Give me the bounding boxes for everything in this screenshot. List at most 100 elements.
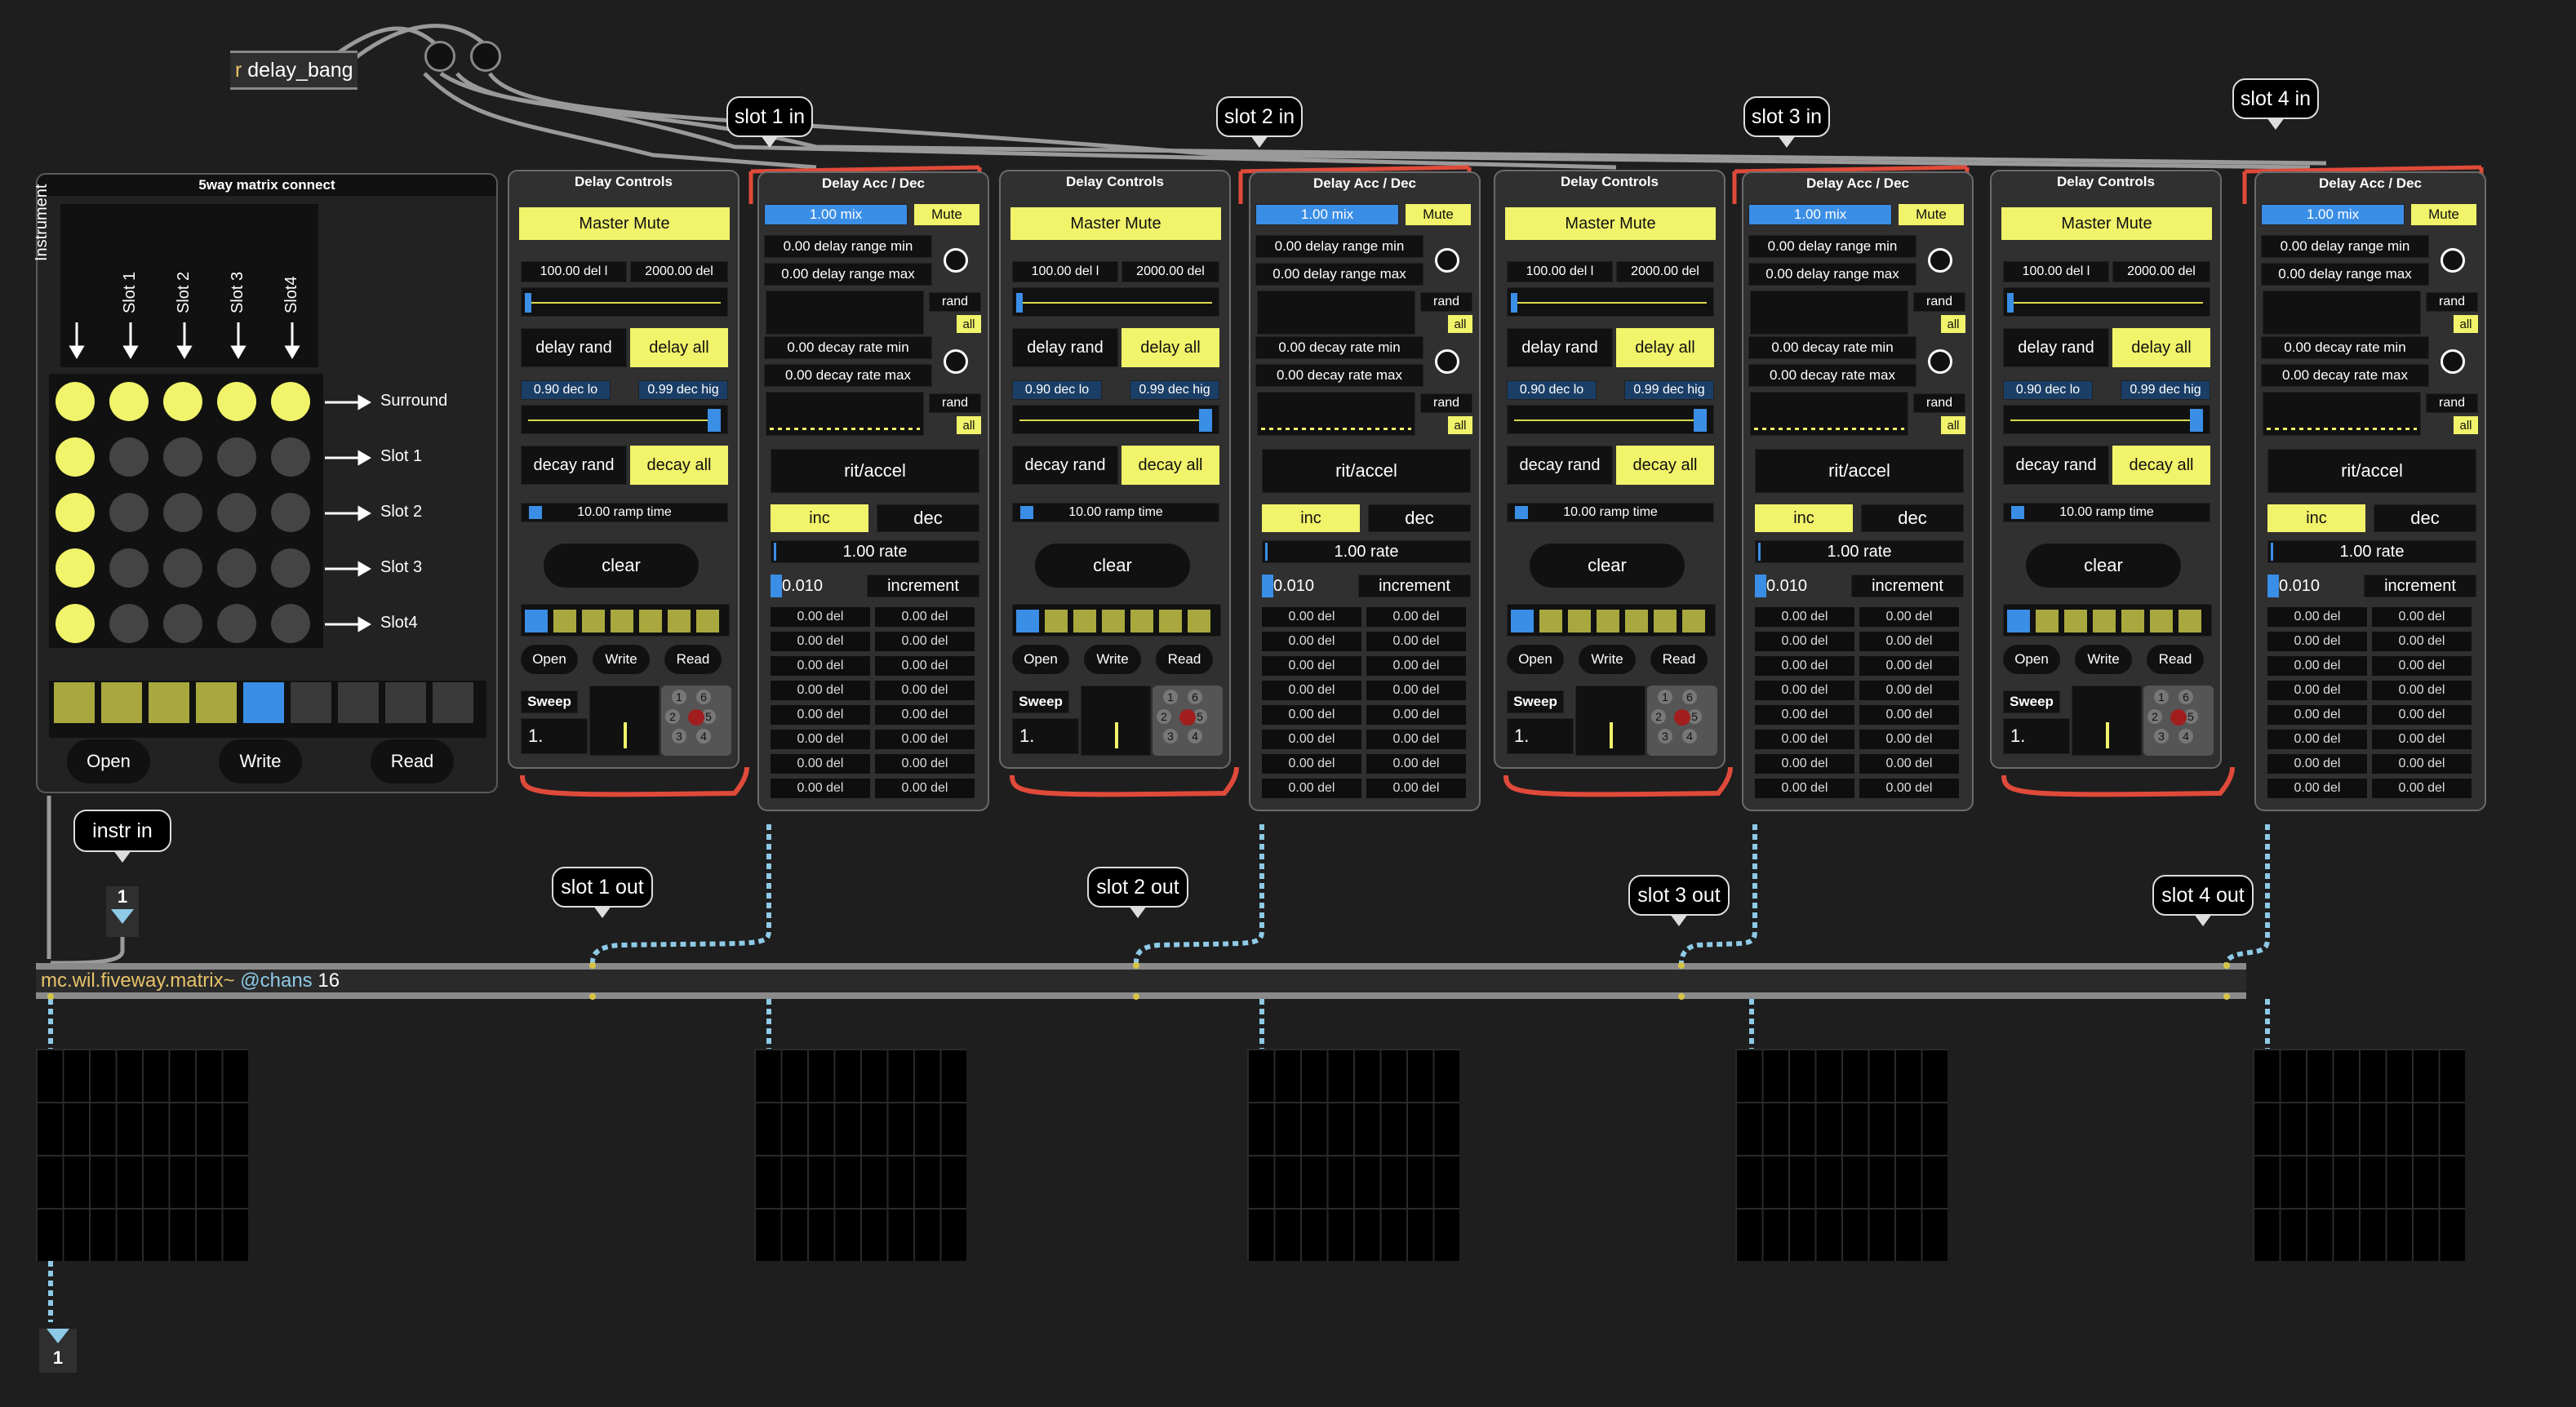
sweep-number[interactable]: 1. [2003,718,2070,754]
delay-write-button[interactable]: Write [593,645,650,674]
dec-high-number[interactable]: 0.99 dec hig [1130,380,1219,400]
decay-rate-toggle[interactable] [944,349,968,374]
del-cell[interactable]: 0.00 del [1262,754,1361,774]
decay-all-button[interactable]: decay all [630,446,728,485]
delay-preset-slot[interactable] [1682,610,1705,632]
delay-open-button[interactable]: Open [2003,645,2060,674]
increment-number[interactable]: 0.010 [1766,575,1825,597]
delay-range-toggle[interactable] [2441,248,2465,273]
rate-number[interactable]: 1.00 rate [1262,540,1471,563]
delay-range-toggle[interactable] [1928,248,1952,273]
matrix-preset-slot[interactable] [433,682,473,723]
mute-button[interactable]: Mute [1899,204,1964,225]
dec-high-number[interactable]: 0.99 dec hig [638,380,728,400]
matrix-toggle-2-3[interactable] [217,493,256,532]
matrix-toggle-3-3[interactable] [217,548,256,588]
slider-knob[interactable] [1199,409,1212,432]
delay-range-max[interactable]: 0.00 delay range max [764,263,932,286]
delay-preset-slot[interactable] [696,610,719,632]
del-cell[interactable]: 0.00 del [771,681,870,700]
inc-button[interactable]: inc [1262,504,1360,532]
del-cell[interactable]: 0.00 del [1262,705,1361,725]
matrix-toggle-0-0[interactable] [56,382,95,421]
delay-all-toggle[interactable]: all [2454,315,2478,333]
dec-high-number[interactable]: 0.99 dec hig [1624,380,1714,400]
decay-rate-toggle[interactable] [1435,349,1459,374]
decay-all-button[interactable]: decay all [1121,446,1219,485]
del-cell[interactable]: 0.00 del [2372,705,2472,725]
delay-preset-slot[interactable] [1654,610,1677,632]
del-cell[interactable]: 0.00 del [1262,656,1361,676]
del-cell[interactable]: 0.00 del [1859,730,1959,749]
decay-rand-toggle[interactable]: rand [1913,393,1965,413]
delay-read-button[interactable]: Read [1156,645,1213,674]
delay-low-number[interactable]: 100.00 del l [1507,261,1613,282]
slider-knob[interactable] [525,293,531,313]
matrix-preset-slot[interactable] [196,682,237,723]
rate-number[interactable]: 1.00 rate [2267,540,2476,563]
delay-all-button[interactable]: delay all [1616,328,1714,367]
delay-write-button[interactable]: Write [1579,645,1636,674]
delay-preset-slot[interactable] [1045,610,1068,632]
increment-number[interactable]: 0.010 [782,575,841,597]
dec-low-number[interactable]: 0.90 dec lo [521,380,611,400]
delay-high-number[interactable]: 2000.00 del [1121,261,1219,282]
matrix-toggle-4-0[interactable] [56,604,95,643]
delay-all-toggle[interactable]: all [1941,315,1965,333]
fiveway-matrix-object[interactable]: mc.wil.fiveway.matrix~ @chans 16 [36,970,2246,992]
dice-icon[interactable]: 162534 [1153,686,1223,756]
slider-knob[interactable] [1511,293,1517,313]
decay-rand-button[interactable]: decay rand [1012,446,1118,485]
delay-rand-toggle[interactable]: rand [1420,292,1472,312]
master-mute-button[interactable]: Master Mute [519,207,730,240]
del-cell[interactable]: 0.00 del [1755,632,1854,651]
mix-number[interactable]: 1.00 mix [2261,204,2405,225]
del-cell[interactable]: 0.00 del [2267,681,2367,700]
dice-icon[interactable]: 162534 [1647,686,1717,756]
matrix-read-button[interactable]: Read [371,739,454,783]
matrix-toggle-3-1[interactable] [109,548,149,588]
dice-icon[interactable]: 162534 [661,686,731,756]
del-cell[interactable]: 0.00 del [1366,656,1466,676]
matrix-toggle-2-4[interactable] [271,493,310,532]
decay-range-slider[interactable] [1012,405,1219,434]
master-mute-button[interactable]: Master Mute [2001,207,2212,240]
delay-read-button[interactable]: Read [1650,645,1708,674]
delay-preset-slot[interactable] [1511,610,1534,632]
matrix-preset-slot[interactable] [101,682,142,723]
decay-rate-max[interactable]: 0.00 decay rate max [1255,364,1423,387]
bang-button-1[interactable] [424,41,455,72]
delay-high-number[interactable]: 2000.00 del [1616,261,1714,282]
delay-rand-button[interactable]: delay rand [1012,328,1118,367]
clear-button[interactable]: clear [1530,544,1685,588]
del-cell[interactable]: 0.00 del [1859,705,1959,725]
mix-number[interactable]: 1.00 mix [764,204,908,225]
sweep-number[interactable]: 1. [521,718,588,754]
decay-all-button[interactable]: decay all [2112,446,2210,485]
del-cell[interactable]: 0.00 del [2267,730,2367,749]
matrix-preset-slot[interactable] [54,682,95,723]
clear-button[interactable]: clear [1035,544,1190,588]
matrix-toggle-0-4[interactable] [271,382,310,421]
delay-range-min[interactable]: 0.00 delay range min [764,235,932,258]
del-cell[interactable]: 0.00 del [1366,632,1466,651]
matrix-open-button[interactable]: Open [67,739,150,783]
delay-open-button[interactable]: Open [1507,645,1564,674]
matrix-write-button[interactable]: Write [219,739,302,783]
decay-all-toggle[interactable]: all [957,416,981,434]
delay-all-toggle[interactable]: all [957,315,981,333]
ramp-time-number[interactable]: 10.00 ramp time [1012,503,1219,522]
del-cell[interactable]: 0.00 del [2372,681,2472,700]
decay-rand-button[interactable]: decay rand [2003,446,2109,485]
slider-knob[interactable] [1016,293,1023,313]
delay-rand-toggle[interactable]: rand [1913,292,1965,312]
matrix-toggle-1-0[interactable] [56,437,95,477]
delay-range-toggle[interactable] [944,248,968,273]
delay-rand-toggle[interactable]: rand [929,292,981,312]
delay-preset-slot[interactable] [1625,610,1648,632]
del-cell[interactable]: 0.00 del [1859,681,1959,700]
delay-preset-slot[interactable] [1016,610,1039,632]
slider-knob[interactable] [1694,409,1707,432]
delay-preset-slot[interactable] [582,610,605,632]
delay-preset-slot[interactable] [1188,610,1210,632]
